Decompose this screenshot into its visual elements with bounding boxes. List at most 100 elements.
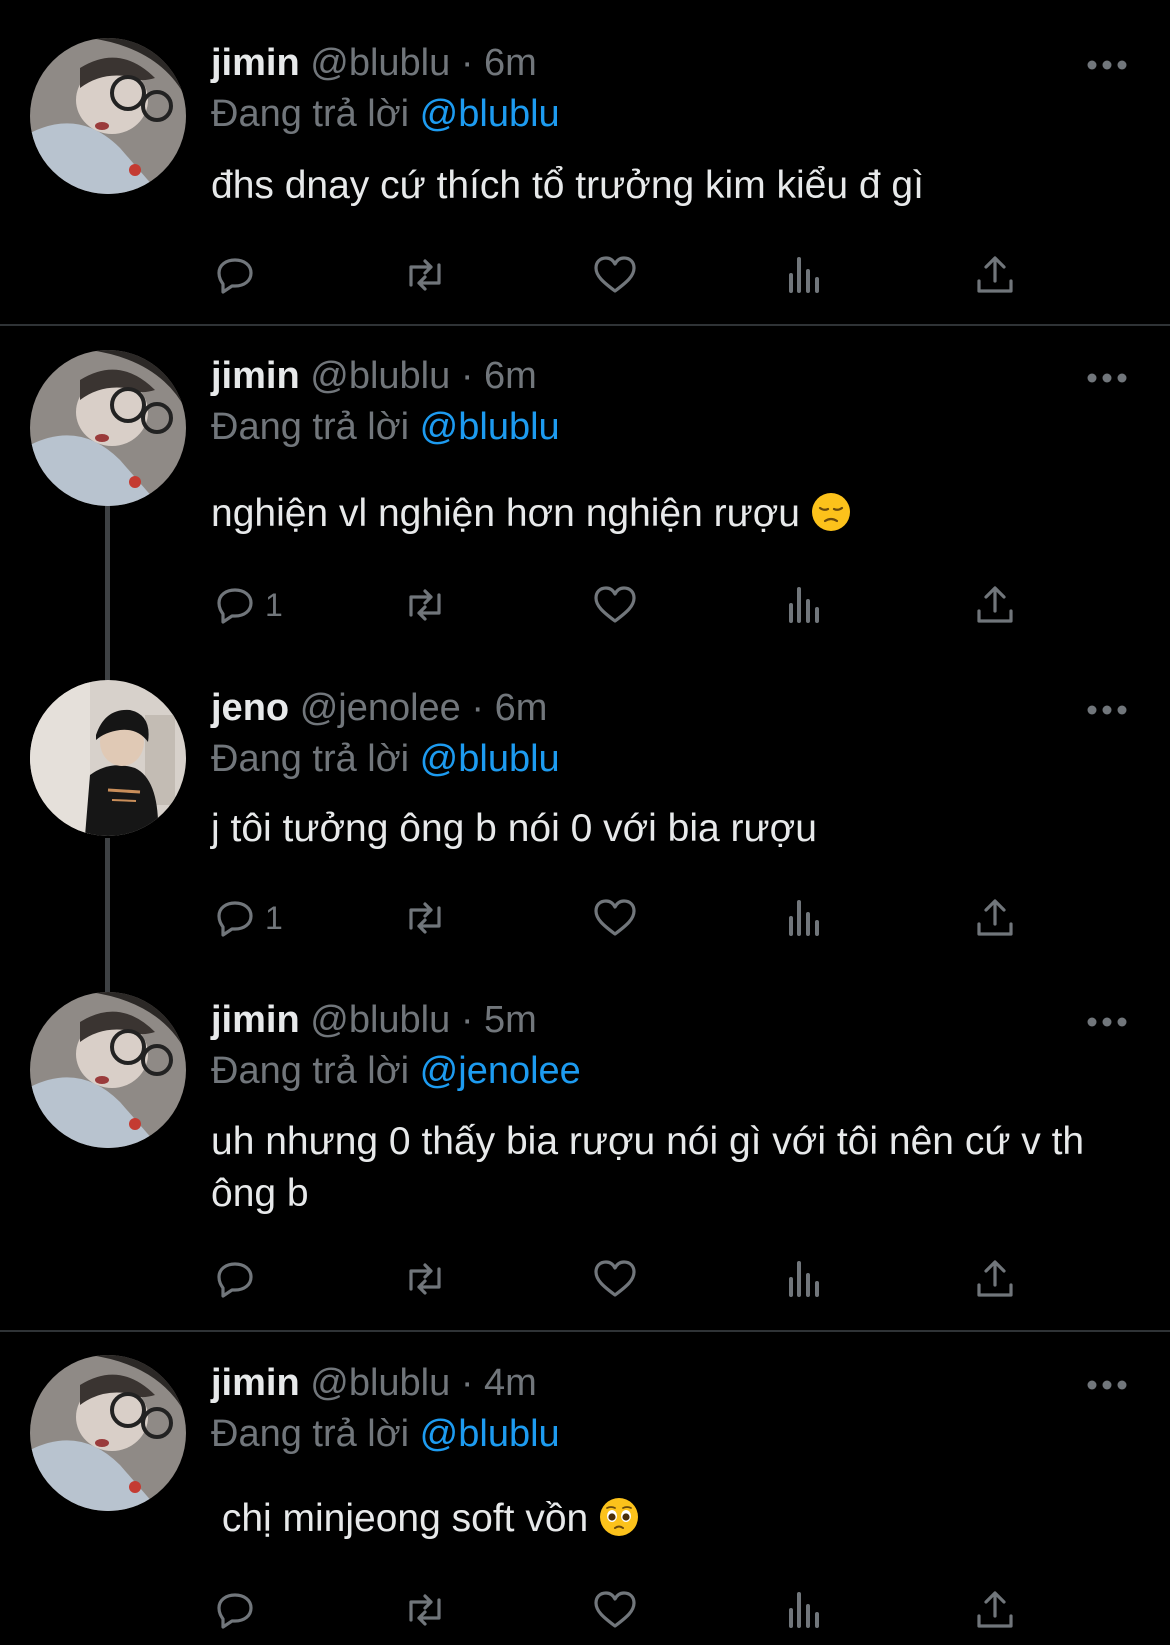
user-handle[interactable]: @jenolee	[300, 687, 461, 729]
pensive-face-emoji-icon	[811, 493, 850, 531]
tweet-header: jimin @blublu · 4m	[211, 1360, 537, 1406]
like-icon	[594, 256, 636, 293]
thread-line	[105, 838, 110, 993]
timestamp[interactable]: 6m	[495, 687, 548, 729]
avatar[interactable]	[30, 350, 186, 506]
user-handle[interactable]: @blublu	[310, 999, 450, 1041]
share-button[interactable]	[971, 893, 1019, 943]
reply-mention-link[interactable]: @blublu	[420, 406, 560, 448]
views-button[interactable]	[781, 250, 829, 300]
like-icon	[594, 1260, 636, 1297]
separator-dot: ·	[460, 355, 474, 397]
views-button[interactable]	[781, 1254, 829, 1304]
replying-to: Đang trả lời @jenolee	[211, 1048, 581, 1094]
reply-mention-link[interactable]: @blublu	[420, 738, 560, 780]
reply-mention-link[interactable]: @blublu	[420, 1413, 560, 1455]
replying-to: Đang trả lời @blublu	[211, 1411, 560, 1457]
action-bar	[211, 1585, 1071, 1635]
replying-label: Đang trả lời	[211, 93, 410, 135]
separator-dot: ·	[471, 687, 485, 729]
retweet-icon	[409, 902, 441, 934]
like-button[interactable]	[591, 1254, 639, 1304]
reply-count: 1	[265, 586, 283, 623]
user-handle[interactable]: @blublu	[310, 355, 450, 397]
avatar[interactable]	[30, 38, 186, 194]
like-button[interactable]	[591, 580, 639, 630]
share-button[interactable]	[971, 1585, 1019, 1635]
more-icon[interactable]	[1085, 370, 1129, 386]
user-handle[interactable]: @blublu	[310, 1362, 450, 1404]
retweet-button[interactable]	[401, 1254, 449, 1304]
retweet-icon	[409, 1594, 441, 1626]
reply-mention-link[interactable]: @blublu	[420, 93, 560, 135]
display-name[interactable]: jimin	[211, 355, 300, 397]
replying-to: Đang trả lời @blublu	[211, 404, 560, 450]
tweet-text: nghiện vl nghiện hơn nghiện rượu	[211, 492, 800, 535]
reply-button[interactable]	[211, 1585, 265, 1635]
views-icon	[789, 1261, 819, 1297]
views-button[interactable]	[781, 1585, 829, 1635]
share-icon	[977, 256, 1013, 293]
tweet-text-container: nghiện vl nghiện hơn nghiện rượu	[211, 488, 1116, 540]
replying-to: Đang trả lời @blublu	[211, 736, 560, 782]
retweet-button[interactable]	[401, 250, 449, 300]
like-icon	[594, 1591, 636, 1628]
timestamp[interactable]: 6m	[484, 355, 537, 397]
tweet-text: chị minjeong soft vồn	[211, 1497, 589, 1540]
views-button[interactable]	[781, 580, 829, 630]
tweet-text-container: chị minjeong soft vồn	[211, 1493, 1116, 1545]
action-bar	[211, 1254, 1071, 1304]
more-icon[interactable]	[1085, 57, 1129, 73]
display-name[interactable]: jimin	[211, 999, 300, 1041]
reply-button[interactable]: 1	[211, 580, 283, 630]
tweet-header: jimin @blublu · 6m	[211, 40, 537, 86]
tweet-header: jimin @blublu · 6m	[211, 353, 537, 399]
action-bar	[211, 250, 1071, 300]
like-icon	[594, 899, 636, 936]
avatar-image	[30, 680, 186, 836]
share-icon	[977, 1591, 1013, 1628]
reply-mention-link[interactable]: @jenolee	[420, 1050, 581, 1092]
more-icon[interactable]	[1085, 1377, 1129, 1393]
reply-icon	[217, 1262, 253, 1298]
separator-dot: ·	[460, 999, 474, 1041]
timestamp[interactable]: 6m	[484, 42, 537, 84]
more-icon[interactable]	[1085, 1014, 1129, 1030]
replying-label: Đang trả lời	[211, 1050, 410, 1092]
tweet-text: uh nhưng 0 thấy bia rượu nói gì với tôi …	[211, 1120, 1085, 1215]
share-button[interactable]	[971, 1254, 1019, 1304]
like-button[interactable]	[591, 1585, 639, 1635]
share-button[interactable]	[971, 250, 1019, 300]
reply-button[interactable]: 1	[211, 893, 283, 943]
pleading-face-emoji-icon	[600, 1498, 639, 1536]
reply-button[interactable]	[211, 250, 265, 300]
share-icon	[977, 586, 1013, 623]
user-handle[interactable]: @blublu	[310, 42, 450, 84]
reply-icon	[217, 588, 253, 624]
retweet-button[interactable]	[401, 893, 449, 943]
tweet-header: jeno @jenolee · 6m	[211, 685, 547, 731]
retweet-icon	[409, 589, 441, 621]
avatar[interactable]	[30, 680, 186, 836]
display-name[interactable]: jimin	[211, 42, 300, 84]
timestamp[interactable]: 5m	[484, 999, 537, 1041]
display-name[interactable]: jimin	[211, 1362, 300, 1404]
like-button[interactable]	[591, 250, 639, 300]
more-icon[interactable]	[1085, 702, 1129, 718]
views-button[interactable]	[781, 893, 829, 943]
separator-dot: ·	[460, 42, 474, 84]
divider	[0, 324, 1170, 326]
share-button[interactable]	[971, 580, 1019, 630]
views-icon	[789, 587, 819, 623]
reply-icon	[217, 901, 253, 937]
reply-button[interactable]	[211, 1254, 265, 1304]
retweet-button[interactable]	[401, 1585, 449, 1635]
avatar[interactable]	[30, 1355, 186, 1511]
avatar[interactable]	[30, 992, 186, 1148]
separator-dot: ·	[460, 1362, 474, 1404]
timestamp[interactable]: 4m	[484, 1362, 537, 1404]
views-icon	[789, 900, 819, 936]
display-name[interactable]: jeno	[211, 687, 289, 729]
like-button[interactable]	[591, 893, 639, 943]
retweet-button[interactable]	[401, 580, 449, 630]
